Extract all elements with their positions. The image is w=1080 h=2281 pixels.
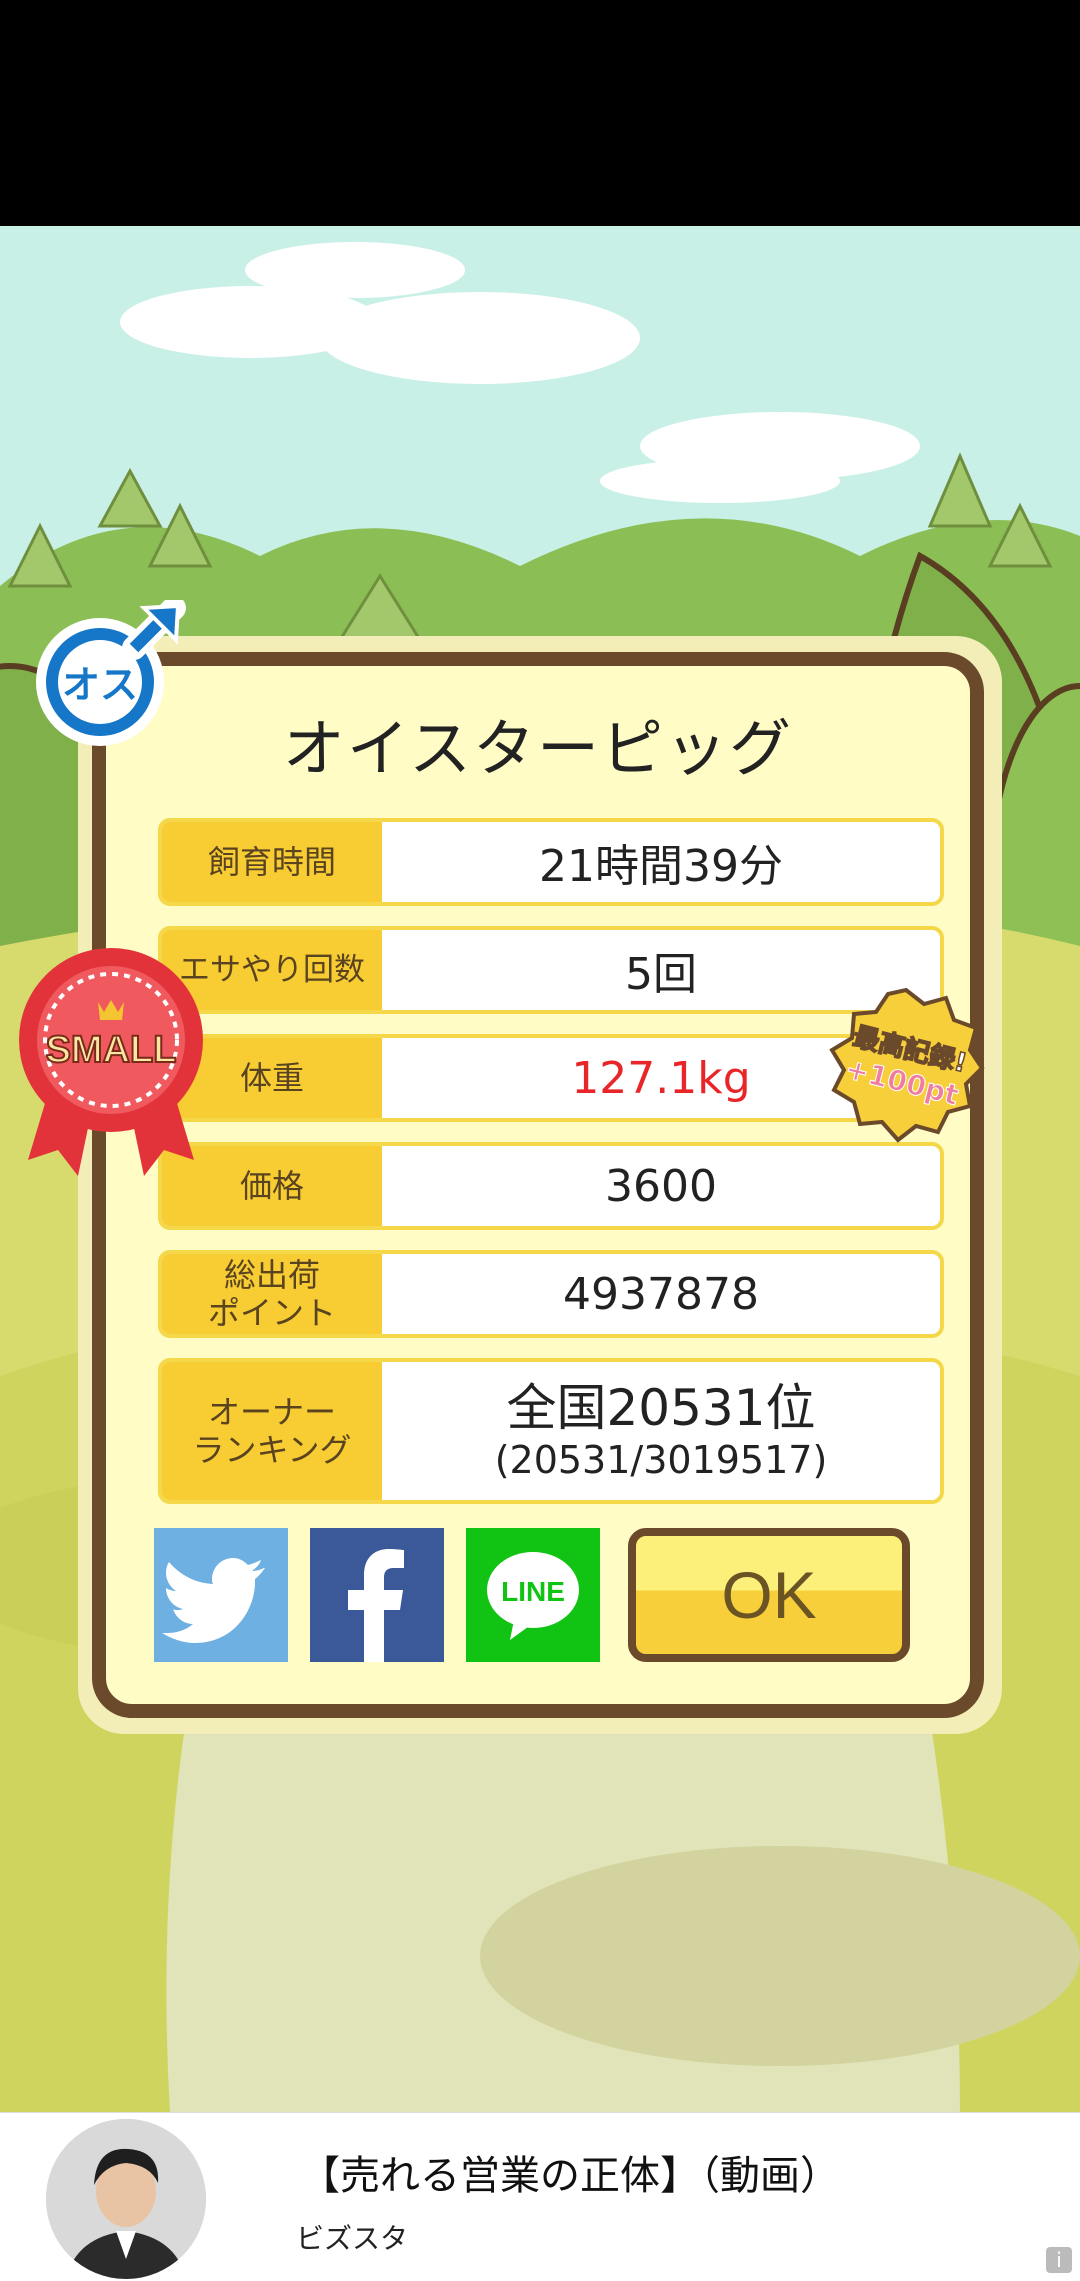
- stat-value: 4937878: [563, 1268, 759, 1320]
- ok-button[interactable]: OK: [628, 1528, 910, 1662]
- stat-label: 飼育時間: [162, 822, 382, 902]
- gender-label: オス: [62, 663, 138, 707]
- ranking-value: 全国20531位 (20531/3019517): [382, 1362, 940, 1500]
- ad-info-icon[interactable]: i: [1046, 2247, 1072, 2273]
- stat-row-raising-time: 飼育時間 21時間39分: [158, 818, 944, 906]
- stat-row-owner-ranking: オーナー ランキング 全国20531位 (20531/3019517): [158, 1358, 944, 1504]
- ad-advertiser: ビズスタ: [296, 2222, 409, 2255]
- twitter-share-button[interactable]: [154, 1528, 288, 1662]
- pig-name-title: オイスターピッグ: [282, 712, 794, 785]
- stat-label: オーナー ランキング: [162, 1362, 382, 1500]
- best-record-badge: 最高記録! +100pt: [829, 987, 985, 1143]
- result-panel: オイスターピッグ 飼育時間 21時間39分 エサやり回数 5回 体重 127.1…: [92, 652, 984, 1718]
- facebook-share-button[interactable]: [310, 1528, 444, 1662]
- ad-banner[interactable]: 【売れる営業の正体】（動画） ビズスタ i: [0, 2112, 1080, 2281]
- ad-title: 【売れる営業の正体】（動画）: [300, 2153, 840, 2199]
- person-photo-icon: [46, 2119, 206, 2279]
- male-gender-badge: オス: [36, 600, 186, 746]
- stat-row-total-points: 総出荷 ポイント 4937878: [158, 1250, 944, 1338]
- line-label: LINE: [501, 1576, 565, 1607]
- stat-value: 21時間39分: [539, 841, 783, 892]
- facebook-icon: [348, 1549, 404, 1662]
- twitter-icon: [162, 1558, 265, 1643]
- status-bar-area: [0, 0, 1080, 226]
- ranking-position: 全国20531位: [506, 1379, 816, 1437]
- advertiser-avatar: [46, 2119, 206, 2279]
- line-icon: LINE: [487, 1552, 579, 1640]
- stat-row-price: 価格 3600: [158, 1142, 944, 1230]
- ranking-detail: (20531/3019517): [494, 1438, 828, 1482]
- stat-label: 総出荷 ポイント: [162, 1254, 382, 1334]
- size-label: SMALL: [46, 1029, 177, 1071]
- stat-value: 3600: [605, 1160, 717, 1212]
- line-share-button[interactable]: LINE: [466, 1528, 600, 1662]
- size-rosette-badge: SMALL: [19, 948, 203, 1176]
